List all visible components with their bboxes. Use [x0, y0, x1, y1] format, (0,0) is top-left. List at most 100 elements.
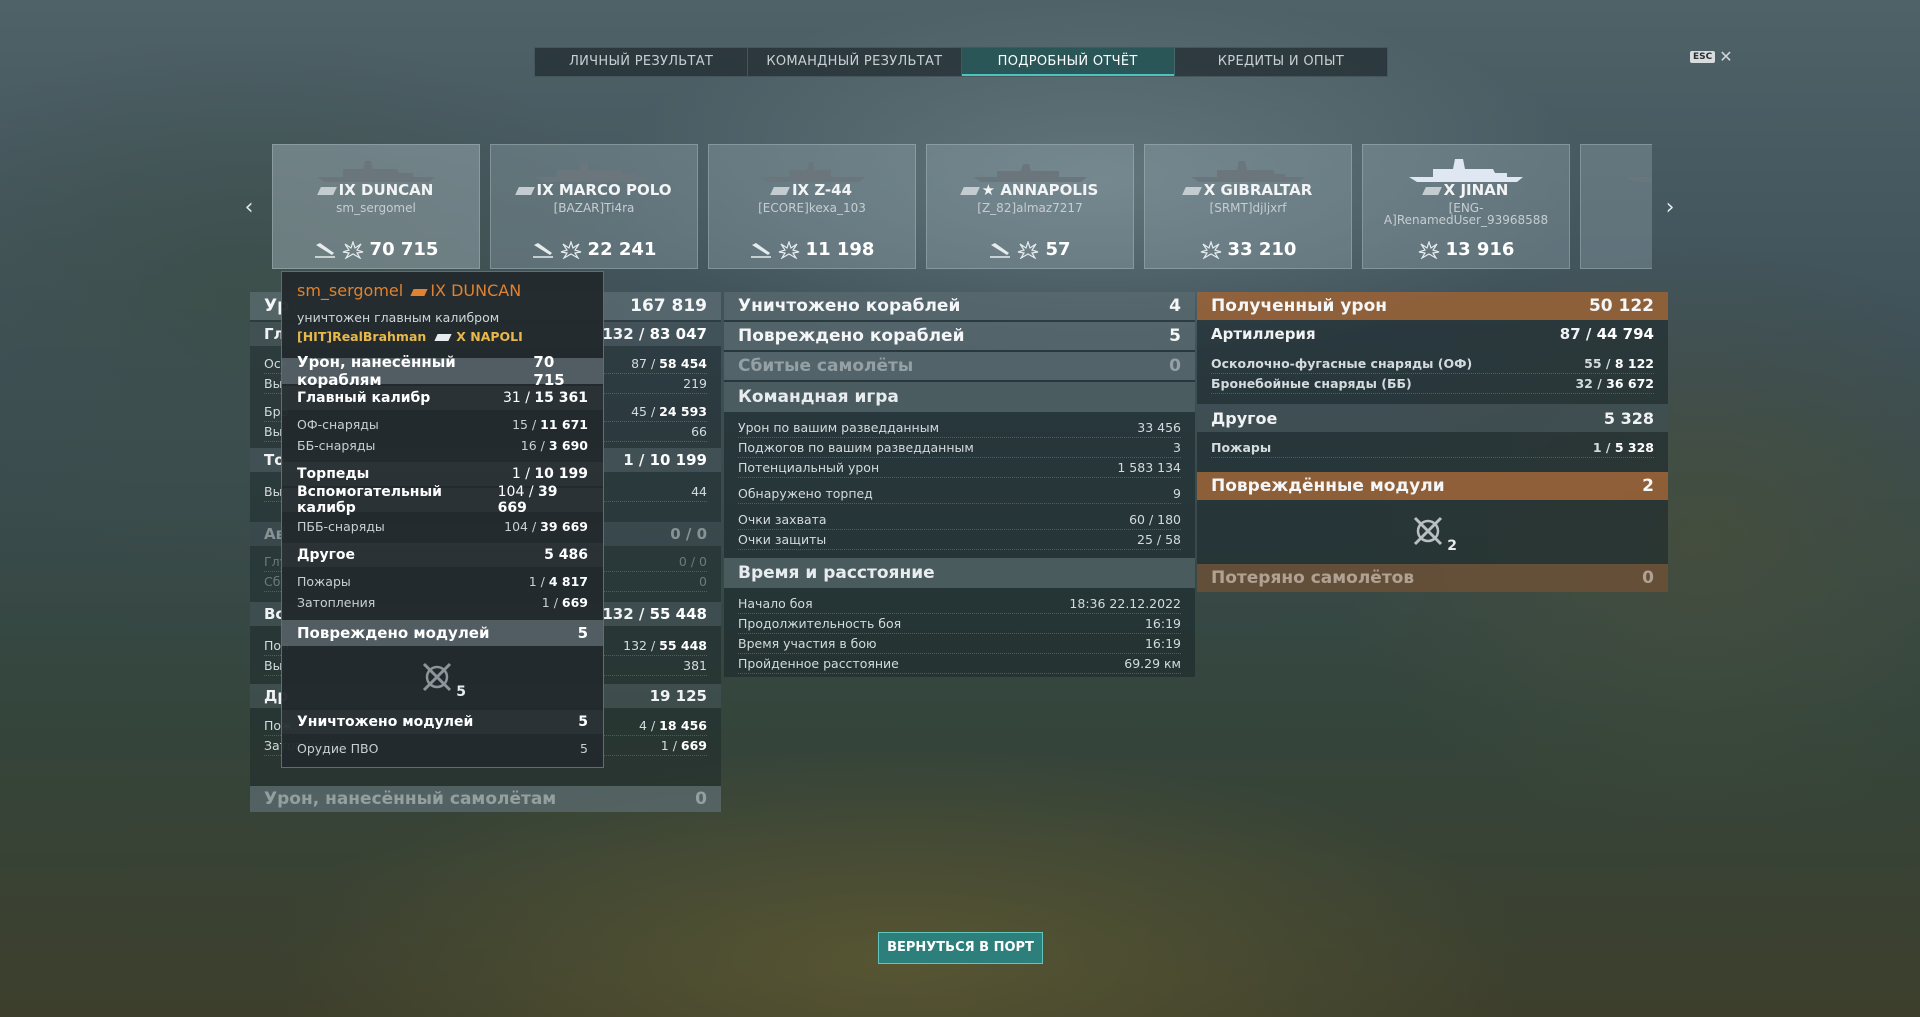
- sunk-ship-icon: [750, 242, 771, 258]
- tooltip-other-label: Другое: [297, 547, 356, 563]
- tooltip-aa-value: 5: [580, 740, 588, 756]
- tooltip-sap-hits: 104: [504, 518, 528, 534]
- ship-card[interactable]: IX Z-44 [ECORE]kexa_103 11 198: [708, 144, 916, 269]
- capture-points-value: 60 / 180: [1129, 512, 1181, 527]
- distance-value: 69.29 км: [1124, 656, 1181, 671]
- artillery-hits: 87: [1559, 325, 1581, 343]
- time-distance-title: Время и расстояние: [724, 558, 1195, 588]
- ship-name: IX Z-44: [791, 181, 853, 199]
- ship-damage: 57: [1045, 239, 1071, 260]
- other-received-value: 5 328: [1603, 408, 1654, 428]
- sap-hits: 132: [623, 638, 647, 653]
- ships-damaged-label: Повреждено кораблей: [738, 326, 965, 346]
- ships-destroyed-value: 4: [1169, 296, 1181, 316]
- ap-received-damage: 36 672: [1606, 376, 1654, 391]
- secondary-shots-value: 381: [683, 658, 707, 673]
- nation-flag-icon: [410, 289, 428, 296]
- he-received-hits: 55: [1584, 356, 1602, 371]
- tooltip-modules-value: 5: [577, 624, 588, 642]
- ship-damage: 11 198: [805, 239, 875, 260]
- sap-damage: 55 448: [659, 638, 707, 653]
- he-received-damage: 8 122: [1614, 356, 1654, 371]
- close-icon: ✕: [1719, 47, 1733, 66]
- he-shots-value: 219: [683, 376, 707, 391]
- tooltip-ship-name: IX DUNCAN: [430, 281, 522, 300]
- he-damage: 58 454: [659, 356, 707, 371]
- carousel-next-arrow[interactable]: ›: [1662, 196, 1678, 220]
- torpedoes-spotted-value: 9: [1173, 486, 1181, 501]
- ship-name: IX DUNCAN: [338, 181, 434, 199]
- tooltip-main-damage: 15 361: [534, 390, 588, 406]
- fires-hits: 4: [639, 718, 647, 733]
- ship-card[interactable]: X JINAN [ENG-A]RenamedUser_93968588 13 9…: [1362, 144, 1570, 269]
- ship-name: IX MARCO POLO: [536, 181, 672, 199]
- battle-start-label: Начало боя: [738, 596, 813, 611]
- nation-flag-icon: [959, 186, 980, 195]
- tooltip-he-label: ОФ-снаряды: [297, 416, 379, 432]
- damaged-modules-value: 2: [1642, 476, 1654, 496]
- tooltip-aa-label: Орудие ПВО: [297, 740, 379, 756]
- tooltip-modules-label: Повреждено модулей: [297, 624, 490, 642]
- ship-name: X JINAN: [1443, 181, 1509, 199]
- defense-points-value: 25 / 58: [1137, 532, 1181, 547]
- main-battery-damage: 83 047: [649, 325, 707, 343]
- tooltip-ap-label: ББ-снаряды: [297, 437, 376, 453]
- planes-lost-label: Потеряно самолётов: [1211, 568, 1415, 588]
- aircraft-damage-dealt-value: 0: [695, 789, 707, 809]
- secondary-hits: 132: [602, 605, 634, 623]
- damaged-module-item: 2: [1411, 514, 1457, 554]
- tab-personal-result[interactable]: ЛИЧНЫЙ РЕЗУЛЬТАТ: [535, 48, 749, 76]
- ap-shots-label: Вы: [264, 424, 283, 439]
- battle-summary-panel: Уничтожено кораблей 4 Повреждено кораблей…: [724, 292, 1195, 677]
- received-damage-value: 50 122: [1588, 296, 1654, 316]
- gun-turret-icon: [1413, 516, 1443, 546]
- damage-burst-icon: [1418, 240, 1439, 259]
- tooltip-module-count: 5: [456, 684, 466, 700]
- fires-received-count: 1: [1592, 440, 1602, 455]
- ship-name: X GIBRALTAR: [1203, 181, 1313, 199]
- tooltip-ap-hits: 16: [520, 437, 537, 453]
- he-received-label: Осколочно-фугасные снаряды (ОФ): [1211, 356, 1473, 371]
- tooltip-flooding-label: Затопления: [297, 594, 376, 610]
- aircraft-damage-value: 0 / 0: [670, 525, 707, 543]
- battle-start-value: 18:36 22.12.2022: [1069, 596, 1181, 611]
- result-tabs: ЛИЧНЫЙ РЕЗУЛЬТАТ КОМАНДНЫЙ РЕЗУЛЬТАТ ПОД…: [534, 47, 1388, 77]
- time-in-battle-label: Время участия в бою: [738, 636, 877, 651]
- ship-card[interactable]: IX MARCO POLO [BAZAR]Ti4ra 22 241: [490, 144, 698, 269]
- battle-duration-label: Продолжительность боя: [738, 616, 902, 631]
- player-name: [ENG-A]RenamedUser_93968588: [1383, 201, 1549, 227]
- time-in-battle-value: 16:19: [1144, 636, 1181, 651]
- damaged-modules-label: Повреждённые модули: [1211, 476, 1445, 496]
- ship-card[interactable]: [1580, 144, 1652, 269]
- torpedo-damage: 10 199: [649, 451, 707, 469]
- ap-shots-value: 66: [691, 424, 707, 439]
- battle-duration-value: 16:19: [1144, 616, 1181, 631]
- ship-silhouette-icon: [1627, 177, 1652, 182]
- tooltip-destroyed-modules-value: 5: [578, 714, 588, 730]
- planes-shot-down-value: 0: [1169, 356, 1181, 376]
- secondary-shots-label: Вы: [264, 658, 283, 673]
- ship-card[interactable]: ★ ANNAPOLIS [Z_82]almaz7217 57: [926, 144, 1134, 269]
- damage-burst-icon: [560, 240, 581, 259]
- nation-flag-icon: [514, 186, 535, 195]
- sunk-ship-icon: [532, 242, 553, 258]
- ship-card[interactable]: X GIBRALTAR [SRMT]djljxrf 33 210: [1144, 144, 1352, 269]
- ap-received-hits: 32: [1575, 376, 1593, 391]
- close-button[interactable]: ESC ✕: [1690, 47, 1733, 66]
- player-name: sm_sergomel: [336, 201, 416, 215]
- received-damage-label: Полученный урон: [1211, 296, 1388, 316]
- ship-silhouette-icon: [973, 164, 1087, 182]
- tab-detailed-report[interactable]: ПОДРОБНЫЙ ОТЧЁТ: [961, 48, 1175, 76]
- sunk-ship-icon: [314, 242, 335, 258]
- ship-card[interactable]: IX DUNCAN sm_sergomel 70 715: [272, 144, 480, 269]
- tooltip-main-hits: 31: [502, 390, 521, 406]
- tooltip-destroyed-modules-label: Уничтожено модулей: [297, 714, 474, 730]
- ship-silhouette-icon: [759, 162, 865, 182]
- tooltip-ap-damage: 3 690: [548, 437, 588, 453]
- return-to-port-button[interactable]: ВЕРНУТЬСЯ В ПОРТ: [878, 932, 1043, 964]
- tab-team-result[interactable]: КОМАНДНЫЙ РЕЗУЛЬТАТ: [748, 48, 962, 76]
- tab-credits-xp[interactable]: КРЕДИТЫ И ОПЫТ: [1175, 48, 1387, 76]
- flooding-damage: 669: [680, 738, 707, 753]
- fires-received-label: Пожары: [1211, 440, 1272, 455]
- carousel-prev-arrow[interactable]: ‹: [241, 196, 257, 220]
